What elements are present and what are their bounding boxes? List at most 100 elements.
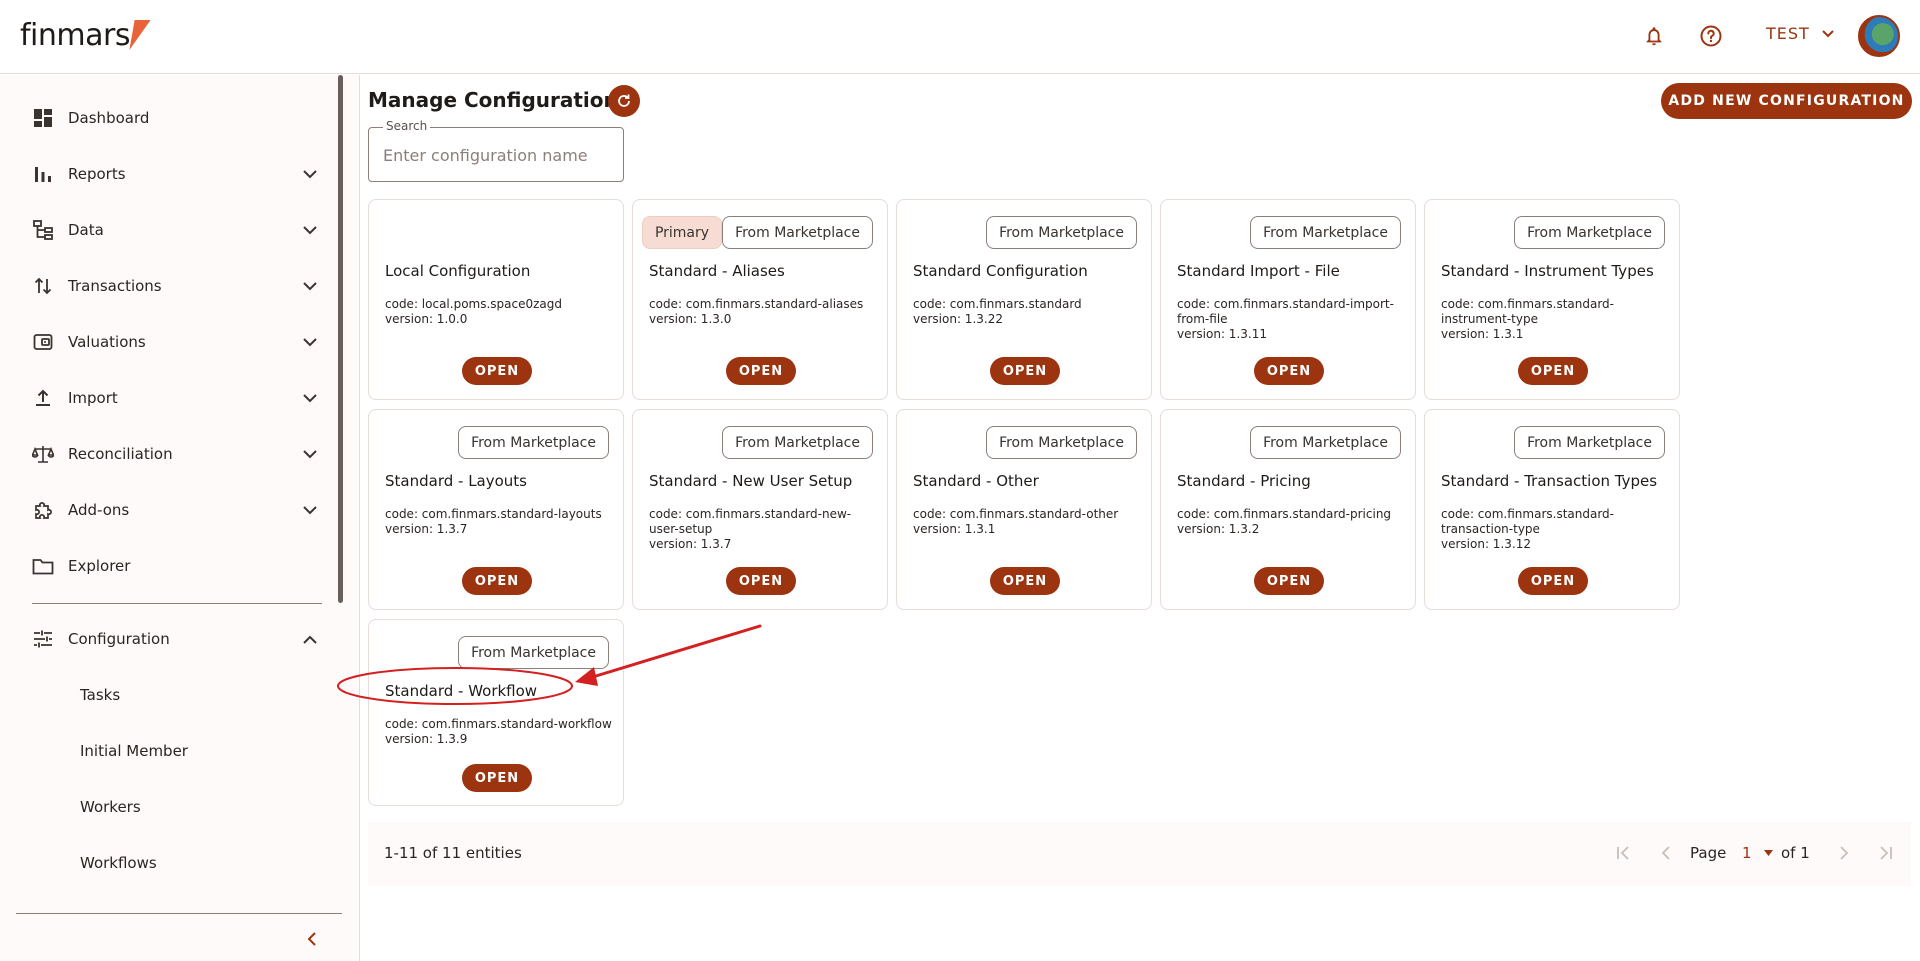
sidebar-item-label: Dashboard bbox=[68, 109, 150, 127]
configuration-version: version: 1.3.1 bbox=[913, 522, 996, 536]
sidebar-subitem-workflows[interactable]: Workflows bbox=[0, 838, 330, 888]
page-select[interactable]: 1 bbox=[1742, 844, 1773, 862]
marketplace-badge[interactable]: From Marketplace bbox=[1250, 216, 1401, 249]
configuration-code: code: local.poms.space0zagd bbox=[385, 297, 563, 311]
configuration-name: Standard - Layouts bbox=[385, 472, 527, 490]
sidebar-item-configuration[interactable]: Configuration bbox=[0, 614, 330, 664]
configuration-card: From Marketplace Standard - Pricing code… bbox=[1160, 409, 1416, 610]
page-label: Page bbox=[1690, 844, 1727, 862]
user-menu[interactable]: TEST bbox=[1766, 24, 1834, 43]
next-page-icon[interactable] bbox=[1833, 842, 1855, 864]
marketplace-badge[interactable]: From Marketplace bbox=[1514, 216, 1665, 249]
logo-mark-icon bbox=[129, 20, 151, 50]
sidebar-item-add-ons[interactable]: Add-ons bbox=[0, 485, 330, 535]
sidebar-item-label: Configuration bbox=[68, 630, 170, 648]
configuration-version: version: 1.0.0 bbox=[385, 312, 468, 326]
sidebar-item-data[interactable]: Data bbox=[0, 205, 330, 255]
chevron-down-icon bbox=[300, 500, 320, 520]
configuration-code: code: com.finmars.standard-aliases bbox=[649, 297, 864, 311]
sidebar-item-dashboard[interactable]: Dashboard bbox=[0, 93, 330, 143]
marketplace-badge[interactable]: From Marketplace bbox=[722, 216, 873, 249]
sidebar-scrollbar[interactable] bbox=[338, 75, 343, 603]
open-button[interactable]: OPEN bbox=[1518, 357, 1588, 385]
help-icon[interactable] bbox=[1697, 22, 1725, 50]
configuration-meta: code: com.finmars.standard version: 1.3.… bbox=[913, 297, 1143, 327]
open-button[interactable]: OPEN bbox=[1254, 567, 1324, 595]
configuration-meta: code: com.finmars.standard-pricing versi… bbox=[1177, 507, 1407, 537]
open-button[interactable]: OPEN bbox=[990, 567, 1060, 595]
refresh-button[interactable] bbox=[608, 85, 640, 117]
open-button[interactable]: OPEN bbox=[1254, 357, 1324, 385]
sidebar-item-transactions[interactable]: Transactions bbox=[0, 261, 330, 311]
tree-icon bbox=[32, 219, 54, 241]
folder-icon bbox=[32, 555, 54, 577]
sidebar-item-explorer[interactable]: Explorer bbox=[0, 541, 330, 591]
configuration-meta: code: com.finmars.standard-layouts versi… bbox=[385, 507, 615, 537]
bell-icon[interactable] bbox=[1640, 22, 1668, 50]
configuration-meta: code: com.finmars.standard-transaction-t… bbox=[1441, 507, 1671, 552]
configuration-name: Standard Import - File bbox=[1177, 262, 1340, 280]
add-new-configuration-button[interactable]: ADD NEW CONFIGURATION bbox=[1661, 83, 1912, 119]
marketplace-badge[interactable]: From Marketplace bbox=[458, 426, 609, 459]
page-title: Manage Configuration bbox=[368, 88, 618, 112]
open-button[interactable]: OPEN bbox=[462, 567, 532, 595]
sidebar-item-reports[interactable]: Reports bbox=[0, 149, 330, 199]
primary-badge[interactable]: Primary bbox=[641, 216, 723, 249]
sidebar-item-valuations[interactable]: Valuations bbox=[0, 317, 330, 367]
configuration-version: version: 1.3.9 bbox=[385, 732, 468, 746]
marketplace-badge[interactable]: From Marketplace bbox=[1250, 426, 1401, 459]
sidebar-subitem-initial-member[interactable]: Initial Member bbox=[0, 726, 330, 776]
open-button[interactable]: OPEN bbox=[1518, 567, 1588, 595]
refresh-icon bbox=[618, 94, 630, 107]
configuration-name: Standard - Workflow bbox=[385, 682, 538, 700]
open-button[interactable]: OPEN bbox=[462, 764, 532, 792]
marketplace-badge[interactable]: From Marketplace bbox=[458, 636, 609, 669]
pagination-bar: 1-11 of 11 entities Page 1 of 1 bbox=[368, 822, 1911, 886]
configuration-code: code: com.finmars.standard-transaction-t… bbox=[1441, 507, 1615, 536]
configuration-version: version: 1.3.11 bbox=[1177, 327, 1267, 341]
search-field: Search bbox=[368, 119, 624, 182]
wallet-icon bbox=[32, 331, 54, 353]
avatar[interactable] bbox=[1858, 15, 1900, 57]
previous-page-icon[interactable] bbox=[1655, 842, 1677, 864]
configuration-name: Standard - Transaction Types bbox=[1441, 472, 1658, 490]
open-button[interactable]: OPEN bbox=[990, 357, 1060, 385]
configuration-code: code: com.finmars.standard-workflow bbox=[385, 717, 612, 731]
sidebar-item-reconciliation[interactable]: Reconciliation bbox=[0, 429, 330, 479]
configuration-card: From Marketplace Standard - Workflow cod… bbox=[368, 619, 624, 806]
collapse-sidebar-button[interactable] bbox=[300, 927, 324, 951]
caret-down-icon bbox=[1763, 850, 1773, 856]
open-button[interactable]: OPEN bbox=[726, 567, 796, 595]
configuration-meta: code: com.finmars.standard-aliases versi… bbox=[649, 297, 879, 327]
sidebar-item-import[interactable]: Import bbox=[0, 373, 330, 423]
first-page-icon[interactable] bbox=[1612, 842, 1634, 864]
sidebar-subitem-label: Workflows bbox=[80, 854, 157, 872]
configuration-version: version: 1.3.0 bbox=[649, 312, 732, 326]
configuration-version: version: 1.3.7 bbox=[385, 522, 468, 536]
sidebar-subitem-tasks[interactable]: Tasks bbox=[0, 670, 330, 720]
dashboard-icon bbox=[32, 107, 54, 129]
last-page-icon[interactable] bbox=[1875, 842, 1897, 864]
configuration-name: Local Configuration bbox=[385, 262, 531, 280]
marketplace-badge[interactable]: From Marketplace bbox=[986, 426, 1137, 459]
chevron-down-icon bbox=[300, 276, 320, 296]
app-logo[interactable]: finmars bbox=[20, 18, 130, 53]
configuration-code: code: com.finmars.standard-layouts bbox=[385, 507, 602, 521]
configuration-card: Primary From Marketplace Standard - Alia… bbox=[632, 199, 888, 400]
search-input[interactable] bbox=[383, 142, 609, 168]
marketplace-badge[interactable]: From Marketplace bbox=[986, 216, 1137, 249]
open-button[interactable]: OPEN bbox=[462, 357, 532, 385]
configuration-code: code: com.finmars.standard-other bbox=[913, 507, 1119, 521]
marketplace-badge[interactable]: From Marketplace bbox=[1514, 426, 1665, 459]
configuration-meta: code: com.finmars.standard-workflow vers… bbox=[385, 717, 615, 747]
configuration-meta: code: com.finmars.standard-other version… bbox=[913, 507, 1143, 537]
bar-chart-icon bbox=[32, 163, 54, 185]
page-total-label: of 1 bbox=[1781, 844, 1810, 862]
sidebar-item-label: Valuations bbox=[68, 333, 146, 351]
marketplace-badge[interactable]: From Marketplace bbox=[722, 426, 873, 459]
configuration-card: From Marketplace Standard Import - File … bbox=[1160, 199, 1416, 400]
open-button[interactable]: OPEN bbox=[726, 357, 796, 385]
chevron-left-icon bbox=[307, 932, 316, 946]
configuration-code: code: com.finmars.standard-import-from-f… bbox=[1177, 297, 1394, 326]
sidebar-subitem-workers[interactable]: Workers bbox=[0, 782, 330, 832]
